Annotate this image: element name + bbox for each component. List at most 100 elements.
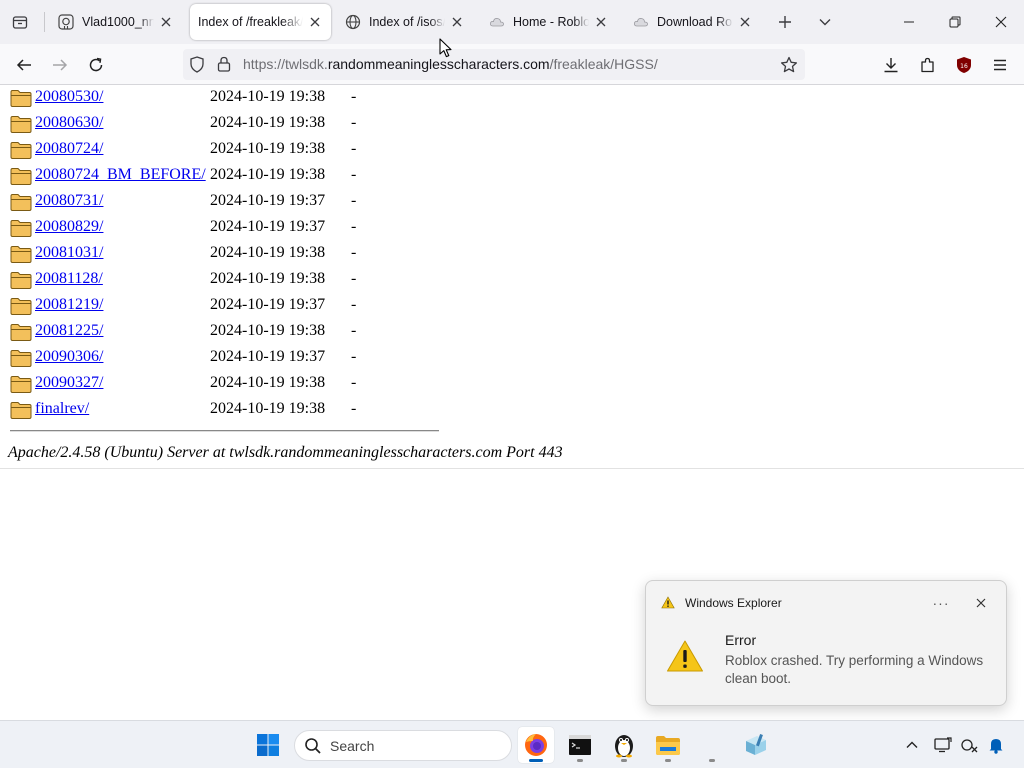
close-tab-icon[interactable] xyxy=(449,14,465,30)
taskbar-file-explorer[interactable] xyxy=(650,727,686,763)
file-explorer-icon xyxy=(656,736,680,755)
windows-logo-icon xyxy=(257,734,279,756)
last-modified: 2024-10-19 19:38 xyxy=(210,114,326,131)
directory-link[interactable]: 20090306/ xyxy=(35,348,103,366)
bookmark-star-icon[interactable] xyxy=(777,53,801,77)
close-tab-icon[interactable] xyxy=(737,14,753,30)
file-size: - xyxy=(351,400,357,417)
roblox-studio-icon xyxy=(746,734,766,755)
file-size: - xyxy=(351,166,357,183)
downloads-button[interactable] xyxy=(876,50,906,80)
lock-icon[interactable] xyxy=(217,56,231,76)
tab-overflow-button[interactable] xyxy=(811,8,839,36)
close-tab-icon[interactable] xyxy=(307,14,323,30)
directory-link[interactable]: 20080630/ xyxy=(35,114,103,132)
directory-link[interactable]: 20081031/ xyxy=(35,244,103,262)
taskbar-penguin-app[interactable] xyxy=(606,727,642,763)
last-modified: 2024-10-19 19:37 xyxy=(210,192,326,209)
tab-title: Index of /isos/ xyxy=(369,15,445,29)
url-path: /freakleak/HGSS/ xyxy=(549,56,658,72)
close-icon xyxy=(976,598,986,608)
start-button[interactable] xyxy=(250,727,286,763)
running-indicator xyxy=(577,759,583,762)
file-size: - xyxy=(351,374,357,391)
back-arrow-icon xyxy=(16,59,31,71)
folder-icon xyxy=(10,322,32,342)
directory-link[interactable]: finalrev/ xyxy=(35,400,89,418)
tab-github[interactable]: Vlad1000_nn's P xyxy=(50,4,182,40)
tab-title: Index of /freakleak/H xyxy=(198,15,303,29)
last-modified: 2024-10-19 19:37 xyxy=(210,218,326,235)
directory-link[interactable]: 20081219/ xyxy=(35,296,103,314)
last-modified: 2024-10-19 19:38 xyxy=(210,244,326,261)
taskbar-roblox-studio[interactable] xyxy=(738,727,774,763)
search-icon xyxy=(304,737,322,759)
toast-close-button[interactable] xyxy=(968,590,994,616)
navigation-toolbar: https://twlsdk.randommeaninglesscharacte… xyxy=(0,44,1024,85)
extensions-button[interactable] xyxy=(913,50,943,80)
focus-assist-button[interactable] xyxy=(956,731,982,759)
new-tab-button[interactable] xyxy=(771,8,799,36)
url-text[interactable]: https://twlsdk.randommeaninglesscharacte… xyxy=(243,56,658,72)
error-toast-notification[interactable]: Windows Explorer ··· Error Roblox crashe… xyxy=(645,580,1007,706)
back-button[interactable] xyxy=(9,50,39,80)
running-indicator xyxy=(621,759,627,762)
restore-button[interactable] xyxy=(932,0,978,44)
download-icon xyxy=(884,58,898,73)
windows-taskbar: Search xyxy=(0,720,1024,768)
tab-index-freakleak[interactable]: Index of /freakleak/H xyxy=(190,4,331,40)
close-tab-icon[interactable] xyxy=(593,14,609,30)
directory-link[interactable]: 20081225/ xyxy=(35,322,103,340)
directory-link[interactable]: 20090327/ xyxy=(35,374,103,392)
taskbar-search-box[interactable]: Search xyxy=(294,730,512,761)
directory-link[interactable]: 20080731/ xyxy=(35,192,103,210)
url-bar[interactable]: https://twlsdk.randommeaninglesscharacte… xyxy=(183,49,805,80)
close-icon xyxy=(995,16,1007,28)
close-window-button[interactable] xyxy=(978,0,1024,44)
forward-button[interactable] xyxy=(45,50,75,80)
file-size: - xyxy=(351,244,357,261)
hamburger-menu-icon xyxy=(994,59,1006,71)
last-modified: 2024-10-19 19:38 xyxy=(210,374,326,391)
mouse-cursor-icon xyxy=(439,38,452,58)
plus-icon xyxy=(779,16,791,28)
tab-index-isos[interactable]: Index of /isos/ xyxy=(337,4,473,40)
bell-icon xyxy=(989,739,1003,754)
display-settings-button[interactable] xyxy=(930,731,956,759)
last-modified: 2024-10-19 19:38 xyxy=(210,166,326,183)
tab-download-roblox[interactable]: Download Roblox xyxy=(625,4,761,40)
reload-icon xyxy=(89,57,103,72)
folder-icon xyxy=(10,192,32,212)
toast-title: Error xyxy=(725,632,757,648)
taskbar-terminal[interactable] xyxy=(562,727,598,763)
chevron-up-icon xyxy=(906,741,918,748)
ublock-origin-button[interactable]: 16 xyxy=(949,50,979,80)
show-hidden-icons-button[interactable] xyxy=(899,731,925,759)
display-icon xyxy=(934,737,952,753)
directory-link[interactable]: 20080724/ xyxy=(35,140,103,158)
list-all-tabs-button[interactable] xyxy=(6,8,34,36)
last-modified: 2024-10-19 19:37 xyxy=(210,348,326,365)
tab-home-roblox[interactable]: Home - Roblox xyxy=(481,4,617,40)
svg-text:16: 16 xyxy=(960,63,968,70)
tracking-protection-icon[interactable] xyxy=(189,56,205,77)
firefox-icon xyxy=(525,734,547,756)
notification-center-button[interactable] xyxy=(983,731,1009,759)
tab-strip: Vlad1000_nn's P Index of /freakleak/H In… xyxy=(0,0,1024,44)
page-end-line xyxy=(0,468,1024,469)
directory-link[interactable]: 20080530/ xyxy=(35,88,103,106)
taskbar-firefox[interactable] xyxy=(518,727,554,763)
toast-more-options-button[interactable]: ··· xyxy=(928,590,954,616)
file-size: - xyxy=(351,114,357,131)
close-tab-icon[interactable] xyxy=(158,14,174,30)
last-modified: 2024-10-19 19:38 xyxy=(210,270,326,287)
taskbar-app-placeholder[interactable] xyxy=(694,727,730,763)
directory-link[interactable]: 20080829/ xyxy=(35,218,103,236)
app-menu-button[interactable] xyxy=(985,50,1015,80)
minimize-button[interactable] xyxy=(886,0,932,44)
directory-link[interactable]: 20080724_BM_BEFORE/ xyxy=(35,166,206,184)
minimize-icon xyxy=(904,21,914,23)
directory-link[interactable]: 20081128/ xyxy=(35,270,103,288)
last-modified: 2024-10-19 19:38 xyxy=(210,400,326,417)
reload-button[interactable] xyxy=(81,50,111,80)
